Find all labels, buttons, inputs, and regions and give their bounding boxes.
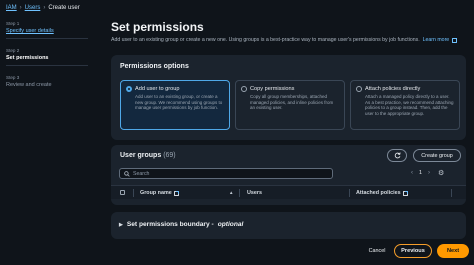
page-subtitle: Add user to an existing group or create … [111, 37, 458, 43]
caret-right-icon: ▶ [119, 221, 123, 228]
step-number: Step 2 [6, 48, 20, 53]
search-input[interactable] [133, 170, 323, 177]
option-description: Copy all group memberships, attached man… [250, 94, 334, 111]
step-2-label: Set permissions [6, 55, 49, 61]
external-link-icon [173, 190, 179, 196]
page-number[interactable]: 1 [419, 170, 422, 176]
chevron-right-icon: › [19, 5, 22, 11]
chevron-right-icon[interactable]: › [428, 170, 430, 176]
subtitle-text: Add user to an existing group or create … [111, 37, 420, 43]
step-1-link[interactable]: Specify user details [6, 28, 88, 34]
radio-icon[interactable] [241, 86, 247, 92]
column-label: Group name [140, 190, 172, 196]
permissions-boundary-panel[interactable]: ▶ Set permissions boundary - optional [111, 212, 466, 239]
user-groups-heading: User groups [120, 152, 162, 159]
wizard-step-3: Step 3 Review and create [6, 75, 88, 88]
sort-down-icon[interactable]: ▲ [229, 190, 233, 195]
column-label: Users [247, 190, 262, 196]
page-title: Set permissions [111, 20, 204, 34]
wizard-step-2: Step 2 Set permissions [6, 48, 88, 66]
radio-icon[interactable] [356, 86, 362, 92]
column-divider [349, 189, 350, 197]
refresh-button[interactable] [387, 149, 407, 162]
wizard-steps: Step 1 Specify user details Step 2 Set p… [6, 21, 88, 97]
refresh-icon [394, 152, 401, 159]
breadcrumb-iam-link[interactable]: IAM [6, 5, 17, 11]
step-divider [6, 65, 88, 66]
column-users[interactable]: Users [247, 190, 262, 196]
step-divider [6, 38, 88, 39]
permissions-options-panel: Permissions options Add user to group Ad… [111, 55, 466, 140]
column-attached-policies[interactable]: Attached policies [356, 190, 408, 196]
cancel-button[interactable]: Cancel [365, 248, 389, 254]
step-3-label: Review and create [6, 82, 52, 88]
column-label: Attached policies [356, 190, 401, 196]
breadcrumb-current: Create user [48, 5, 80, 11]
external-link-icon [402, 190, 408, 196]
option-add-user-to-group[interactable]: Add user to group Add user to an existin… [120, 80, 230, 130]
gear-icon[interactable]: ⚙ [438, 169, 444, 177]
table-header: Group name ▲ Users Attached policies [111, 185, 466, 199]
boundary-title: Set permissions boundary - [126, 221, 214, 228]
permissions-options-title: Permissions options [120, 63, 189, 70]
breadcrumb: IAM › Users › Create user [6, 5, 80, 11]
search-box [119, 168, 333, 179]
wizard-step-1: Step 1 Specify user details [6, 21, 88, 39]
column-divider [133, 189, 134, 197]
create-group-button[interactable]: Create group [413, 149, 461, 162]
previous-button[interactable]: Previous [394, 244, 432, 258]
option-description: Attach a managed policy directly to a us… [365, 94, 454, 116]
external-link-icon [452, 37, 458, 43]
radio-selected-icon[interactable] [126, 86, 132, 92]
footer-actions: Cancel Previous Next [365, 244, 469, 258]
option-attach-policies-directly[interactable]: Attach policies directly Attach a manage… [350, 80, 460, 130]
pagination: ‹ 1 › ⚙ [411, 169, 444, 177]
chevron-right-icon: › [43, 5, 46, 11]
boundary-optional: optional [217, 221, 244, 228]
user-groups-panel: User groups (69) Create group ‹ 1 › ⚙ Gr… [111, 145, 466, 205]
learn-more-link[interactable]: Learn more [423, 37, 450, 43]
option-label: Copy permissions [250, 86, 295, 92]
step-number: Step 1 [6, 21, 20, 26]
select-all-checkbox[interactable] [120, 190, 125, 195]
breadcrumb-users-link[interactable]: Users [25, 5, 41, 11]
column-group-name[interactable]: Group name [140, 190, 179, 196]
option-description: Add user to an existing group, or create… [135, 94, 223, 111]
column-divider [239, 189, 240, 197]
permissions-boundary-toggle[interactable]: ▶ Set permissions boundary - optional [119, 221, 243, 228]
option-label: Add user to group [135, 86, 180, 92]
column-divider [451, 189, 452, 197]
step-number: Step 3 [6, 75, 20, 80]
option-copy-permissions[interactable]: Copy permissions Copy all group membersh… [235, 80, 345, 130]
option-label: Attach policies directly [365, 86, 421, 92]
user-groups-count: (69) [163, 152, 176, 159]
user-groups-title: User groups (69) [120, 152, 176, 159]
search-icon [124, 170, 130, 177]
chevron-left-icon[interactable]: ‹ [411, 170, 413, 176]
next-button[interactable]: Next [437, 244, 469, 258]
